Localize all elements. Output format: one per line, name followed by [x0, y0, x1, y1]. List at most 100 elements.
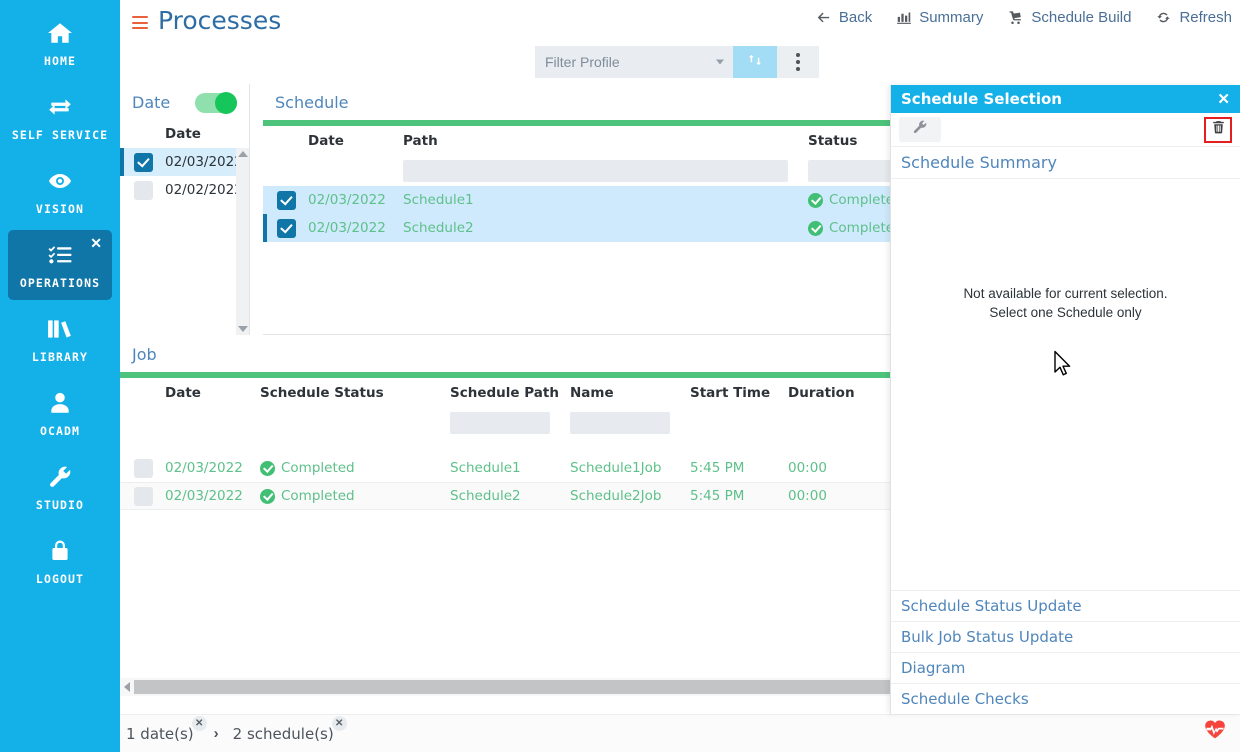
date-panel-title: Date — [132, 92, 171, 112]
cell-schedule-status: Completed — [260, 488, 450, 504]
breadcrumb-schedules-label: 2 schedule(s) — [232, 724, 334, 743]
column-header-path[interactable]: Path — [403, 133, 808, 149]
main-sidebar: HOME SELF SERVICE VISION ✕ OPERATIONS LI… — [0, 0, 120, 752]
eye-icon — [44, 166, 76, 196]
list-item-schedule-checks[interactable]: Schedule Checks — [891, 683, 1240, 714]
lock-icon — [48, 536, 72, 566]
close-icon[interactable]: ✕ — [191, 715, 207, 731]
job-panel-title: Job — [132, 344, 157, 364]
column-header-schedule-path[interactable]: Schedule Path — [450, 385, 570, 401]
schedule-selection-body: Not available for current selection. Sel… — [891, 179, 1240, 590]
schedule-path-filter-input[interactable] — [450, 412, 550, 434]
schedule-panel-title: Schedule — [275, 92, 349, 112]
page-topbar: Processes Back Summary Schedule Build Re… — [120, 0, 1240, 44]
list-item-schedule-status-update[interactable]: Schedule Status Update — [891, 590, 1240, 621]
page-title: Processes — [158, 6, 282, 35]
chevron-down-icon — [716, 59, 724, 65]
wrench-icon — [46, 462, 74, 492]
close-icon[interactable]: ✕ — [331, 715, 347, 731]
cell-name: Schedule1Job — [570, 460, 662, 476]
schedule-selection-toolbar — [891, 113, 1240, 147]
cell-path: Schedule1 — [403, 192, 474, 208]
arrow-left-icon — [815, 10, 832, 25]
empty-state-line2: Select one Schedule only — [989, 305, 1142, 320]
hamburger-icon[interactable] — [132, 16, 148, 29]
settings-wrench-button[interactable] — [899, 117, 941, 142]
date-column-header: Date — [165, 126, 201, 142]
sidebar-item-ocadm[interactable]: OCADM — [8, 378, 112, 448]
column-header-start-time[interactable]: Start Time — [690, 385, 788, 401]
trash-icon — [1211, 119, 1226, 140]
sidebar-item-studio[interactable]: STUDIO — [8, 452, 112, 522]
row-checkbox[interactable] — [134, 180, 153, 200]
summary-button[interactable]: Summary — [896, 9, 983, 26]
user-icon — [47, 388, 73, 418]
row-checkbox[interactable] — [134, 458, 153, 478]
wrench-icon — [912, 119, 928, 140]
close-icon[interactable]: ✕ — [1217, 90, 1230, 108]
scroll-up-icon[interactable] — [237, 151, 248, 157]
sidebar-item-home[interactable]: HOME — [8, 8, 112, 78]
cell-schedule-status: Completed — [260, 460, 450, 476]
empty-state-message: Not available for current selection. Sel… — [891, 284, 1240, 322]
schedule-build-label: Schedule Build — [1031, 9, 1132, 26]
sidebar-item-label: VISION — [35, 202, 85, 216]
refresh-button[interactable]: Refresh — [1155, 9, 1232, 26]
cell-date: 02/03/2022 — [308, 192, 386, 208]
name-filter-input[interactable] — [570, 412, 670, 434]
sidebar-item-logout[interactable]: LOGOUT — [8, 526, 112, 596]
date-filter-toggle[interactable] — [195, 92, 237, 114]
check-circle-icon — [260, 488, 275, 504]
sidebar-item-library[interactable]: LIBRARY — [8, 304, 112, 374]
schedule-selection-title: Schedule Selection — [901, 90, 1062, 108]
row-checkbox[interactable] — [277, 190, 296, 210]
date-list-scrollbar[interactable] — [236, 148, 249, 335]
status-label: Completed — [281, 460, 355, 476]
exchange-icon — [44, 92, 76, 122]
cell-schedule-path: Schedule2 — [450, 488, 521, 504]
sidebar-item-label: OCADM — [39, 424, 81, 438]
date-list-item[interactable]: 02/02/2022 — [120, 176, 249, 204]
column-header-schedule-status[interactable]: Schedule Status — [260, 385, 450, 401]
date-list-item[interactable]: 02/03/2022 — [120, 148, 249, 176]
swap-filter-button[interactable] — [733, 46, 777, 78]
column-header-duration[interactable]: Duration — [788, 385, 888, 401]
bar-chart-icon — [896, 10, 912, 25]
sidebar-item-self-service[interactable]: SELF SERVICE — [8, 82, 112, 152]
list-item-diagram[interactable]: Diagram — [891, 652, 1240, 683]
column-header-date[interactable]: Date — [165, 385, 260, 401]
row-checkbox[interactable] — [277, 218, 296, 238]
sidebar-item-label: SELF SERVICE — [11, 128, 109, 142]
breadcrumb-schedules[interactable]: 2 schedule(s) ✕ — [232, 715, 347, 743]
cell-name: Schedule2Job — [570, 488, 662, 504]
row-checkbox[interactable] — [134, 486, 153, 506]
app-root: HOME SELF SERVICE VISION ✕ OPERATIONS LI… — [0, 0, 1240, 752]
close-icon[interactable]: ✕ — [90, 236, 102, 250]
sidebar-item-label: LOGOUT — [35, 572, 85, 586]
sidebar-item-operations[interactable]: ✕ OPERATIONS — [8, 230, 112, 300]
cell-date: 02/03/2022 — [165, 488, 243, 504]
check-circle-icon — [808, 220, 823, 236]
column-header-date[interactable]: Date — [308, 133, 403, 149]
path-filter-input[interactable] — [403, 160, 788, 182]
checklist-icon — [45, 240, 75, 270]
schedule-summary-section[interactable]: Schedule Summary — [891, 147, 1240, 179]
sidebar-item-vision[interactable]: VISION — [8, 156, 112, 226]
breadcrumb-dates[interactable]: 1 date(s) ✕ — [126, 715, 207, 743]
scroll-left-icon[interactable] — [124, 682, 130, 692]
sidebar-item-label: HOME — [43, 54, 77, 68]
schedule-build-button[interactable]: Schedule Build — [1007, 9, 1131, 26]
cell-start-time: 5:45 PM — [690, 460, 745, 476]
filter-profile-select[interactable]: Filter Profile — [535, 46, 733, 78]
breadcrumb-separator: › — [213, 725, 219, 742]
column-header-name[interactable]: Name — [570, 385, 690, 401]
list-item-bulk-job-status-update[interactable]: Bulk Job Status Update — [891, 621, 1240, 652]
more-vertical-icon[interactable] — [777, 46, 819, 78]
back-button[interactable]: Back — [815, 9, 872, 26]
delete-selection-button[interactable] — [1204, 116, 1232, 143]
heartbeat-icon[interactable] — [1204, 719, 1226, 744]
scroll-down-icon[interactable] — [237, 326, 248, 332]
status-bar: 1 date(s) ✕ › 2 schedule(s) ✕ — [120, 714, 1240, 752]
check-circle-icon — [260, 460, 275, 476]
row-checkbox[interactable] — [134, 152, 153, 172]
